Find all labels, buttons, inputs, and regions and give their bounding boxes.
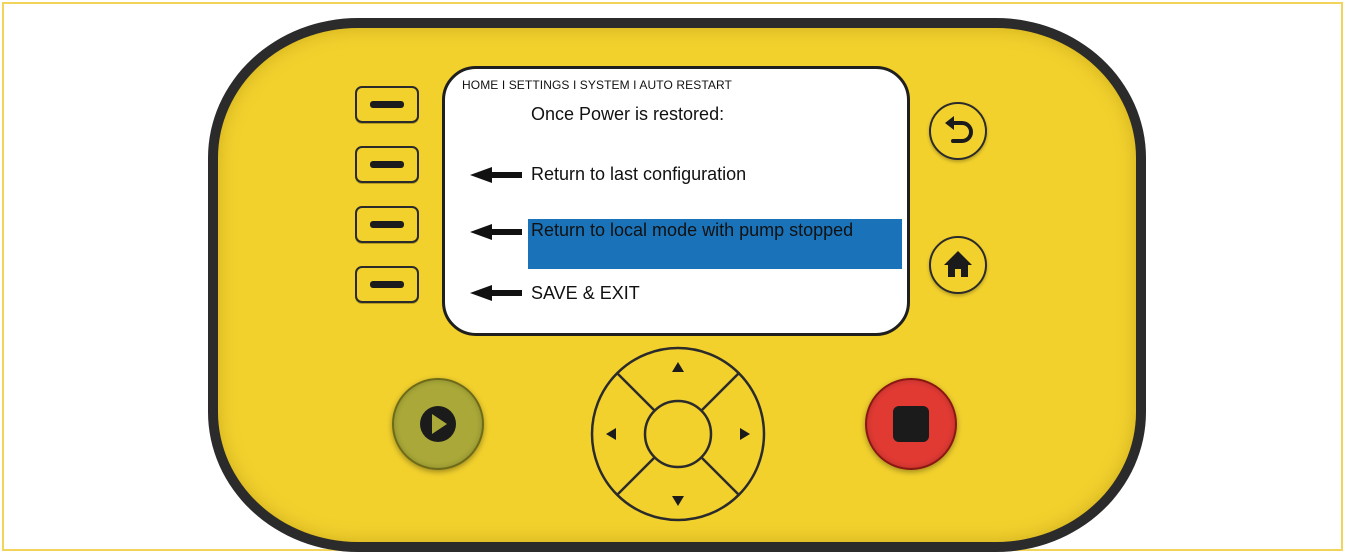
home-button[interactable] — [929, 236, 987, 294]
dpad-right-button[interactable] — [714, 404, 764, 464]
soft-key-4[interactable] — [355, 266, 419, 303]
play-icon — [420, 406, 456, 442]
option-save-exit[interactable]: SAVE & EXIT — [531, 283, 640, 304]
soft-key-2[interactable] — [355, 146, 419, 183]
screen-title: Once Power is restored: — [531, 104, 725, 124]
dpad-up-button[interactable] — [648, 348, 708, 398]
minus-icon — [370, 161, 404, 168]
dpad-down-button[interactable] — [648, 470, 708, 520]
left-arrow-icon — [470, 167, 522, 183]
soft-key-1[interactable] — [355, 86, 419, 123]
minus-icon — [370, 281, 404, 288]
minus-icon — [370, 101, 404, 108]
option-local-mode-pump-stopped[interactable]: Return to local mode with pump stopped — [531, 220, 853, 241]
direction-pad — [588, 344, 768, 524]
play-button[interactable] — [392, 378, 484, 470]
return-arrow-icon — [945, 116, 973, 143]
back-button[interactable] — [929, 102, 987, 160]
stop-button[interactable] — [865, 378, 957, 470]
dpad-left-button[interactable] — [592, 404, 642, 464]
soft-key-3[interactable] — [355, 206, 419, 243]
left-arrow-icon — [470, 224, 522, 240]
option-return-last-config[interactable]: Return to last configuration — [531, 164, 746, 185]
stop-icon — [893, 406, 929, 442]
breadcrumb: HOME I SETTINGS I SYSTEM I AUTO RESTART — [462, 78, 732, 92]
dpad-center-button[interactable] — [646, 402, 710, 466]
house-icon — [944, 251, 972, 277]
minus-icon — [370, 221, 404, 228]
left-arrow-icon — [470, 285, 522, 301]
